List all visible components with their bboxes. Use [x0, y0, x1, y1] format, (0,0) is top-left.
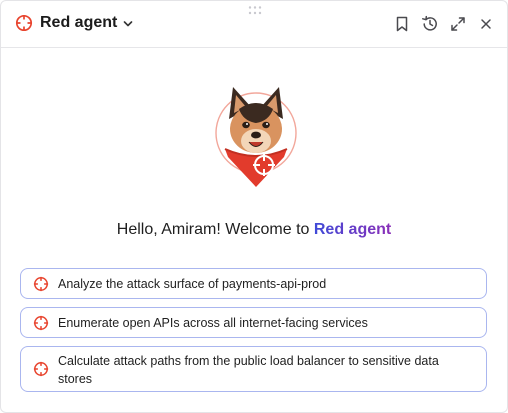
welcome-greeting: Hello, Amiram! Welcome to: [116, 221, 314, 238]
suggestion-text: Enumerate open APIs across all internet-…: [58, 316, 368, 330]
agent-dog-avatar: [215, 87, 297, 187]
crosshair-icon: [33, 276, 49, 292]
suggestion-attack-surface[interactable]: Analyze the attack surface of payments-a…: [20, 268, 487, 299]
welcome-message: Hello, Amiram! Welcome to Red agent: [1, 221, 507, 239]
crosshair-icon: [33, 361, 49, 377]
suggestion-attack-paths[interactable]: Calculate attack paths from the public l…: [20, 346, 487, 392]
crosshair-icon: [15, 14, 33, 32]
bookmark-button[interactable]: [392, 14, 412, 34]
agent-panel: Red agent Hello, Amiram! Welcome to Red …: [0, 0, 508, 413]
expand-button[interactable]: [448, 14, 468, 34]
history-button[interactable]: [420, 14, 440, 34]
welcome-brand-name: Red agent: [313, 221, 392, 238]
agent-title[interactable]: Red agent: [40, 14, 117, 32]
crosshair-icon: [33, 315, 49, 331]
suggestion-text: Analyze the attack surface of payments-a…: [58, 277, 327, 291]
chevron-down-icon[interactable]: [122, 18, 134, 30]
bookmark-icon: [396, 16, 408, 32]
history-icon: [422, 15, 437, 31]
expand-icon: [451, 17, 465, 31]
close-button[interactable]: [476, 14, 496, 34]
close-icon: [481, 19, 491, 29]
suggestion-enumerate-apis[interactable]: Enumerate open APIs across all internet-…: [20, 307, 487, 338]
panel-header: Red agent: [1, 1, 507, 48]
suggestion-text: Calculate attack paths from the public l…: [58, 354, 439, 386]
